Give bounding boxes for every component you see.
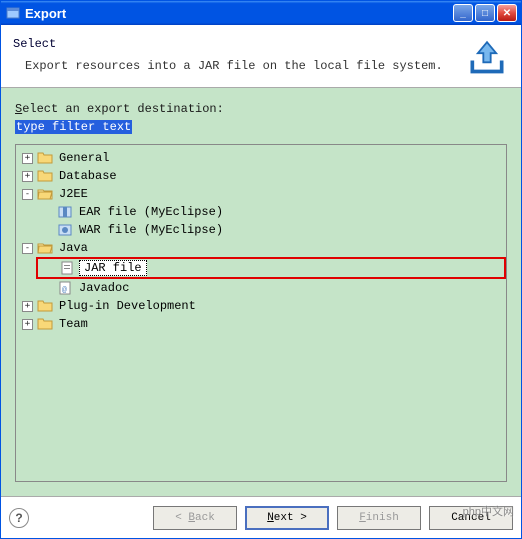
- next-button[interactable]: Next >: [245, 506, 329, 530]
- tree-label: Javadoc: [77, 281, 131, 295]
- destination-tree[interactable]: + General + Database: [15, 144, 507, 482]
- collapse-icon[interactable]: -: [22, 189, 33, 200]
- folder-icon: [37, 168, 53, 184]
- finish-button[interactable]: Finish: [337, 506, 421, 530]
- tree-label: JAR file: [79, 260, 147, 276]
- wizard-header: Select Export resources into a JAR file …: [1, 25, 521, 88]
- wizard-body: Select an export destination: type filte…: [1, 88, 521, 496]
- watermark: php中文网: [463, 503, 514, 519]
- minimize-button[interactable]: _: [453, 4, 473, 22]
- tree-node-javadoc[interactable]: + @ Javadoc: [36, 279, 506, 297]
- tree-node-ear-file[interactable]: + EAR file (MyEclipse): [36, 203, 506, 221]
- tree-label: Plug-in Development: [57, 299, 198, 313]
- folder-icon: [37, 316, 53, 332]
- expand-icon[interactable]: +: [22, 301, 33, 312]
- window-controls: _ □ ✕: [453, 4, 517, 22]
- tree-label: EAR file (MyEclipse): [77, 205, 225, 219]
- export-icon: [465, 33, 509, 77]
- back-button[interactable]: < Back: [153, 506, 237, 530]
- tree-label: Database: [57, 169, 119, 183]
- tree-node-war-file[interactable]: + WAR file (MyEclipse): [36, 221, 506, 239]
- titlebar: Export _ □ ✕: [1, 1, 521, 25]
- javadoc-icon: @: [57, 280, 73, 296]
- tree-label: J2EE: [57, 187, 90, 201]
- jar-icon: [59, 260, 75, 276]
- tree-node-j2ee[interactable]: - J2EE: [16, 185, 506, 203]
- collapse-icon[interactable]: -: [22, 243, 33, 254]
- folder-icon: [37, 298, 53, 314]
- app-icon: [5, 5, 21, 21]
- tree-node-plugin-dev[interactable]: + Plug-in Development: [16, 297, 506, 315]
- close-button[interactable]: ✕: [497, 4, 517, 22]
- wizard-subheading: Export resources into a JAR file on the …: [25, 59, 465, 73]
- folder-icon: [37, 150, 53, 166]
- help-button[interactable]: ?: [9, 508, 29, 528]
- tree-label: WAR file (MyEclipse): [77, 223, 225, 237]
- tree-node-database[interactable]: + Database: [16, 167, 506, 185]
- expand-icon[interactable]: +: [22, 171, 33, 182]
- wizard-heading: Select: [13, 37, 465, 51]
- svg-text:@: @: [62, 286, 67, 295]
- tree-node-jar-file[interactable]: + JAR file: [38, 259, 504, 277]
- tree-node-java[interactable]: - Java: [16, 239, 506, 257]
- folder-open-icon: [37, 186, 53, 202]
- wizard-footer: ? < Back Next > Finish Cancel: [1, 496, 521, 538]
- tree-label: General: [57, 151, 111, 165]
- tree-label: Java: [57, 241, 90, 255]
- tree-label: Team: [57, 317, 90, 331]
- destination-label: Select an export destination:: [15, 102, 507, 116]
- archive-icon: [57, 204, 73, 220]
- expand-icon[interactable]: +: [22, 153, 33, 164]
- window-title: Export: [25, 6, 453, 21]
- expand-icon[interactable]: +: [22, 319, 33, 330]
- archive-icon: [57, 222, 73, 238]
- filter-input[interactable]: type filter text: [15, 120, 507, 134]
- maximize-button[interactable]: □: [475, 4, 495, 22]
- tree-node-general[interactable]: + General: [16, 149, 506, 167]
- folder-open-icon: [37, 240, 53, 256]
- tree-node-team[interactable]: + Team: [16, 315, 506, 333]
